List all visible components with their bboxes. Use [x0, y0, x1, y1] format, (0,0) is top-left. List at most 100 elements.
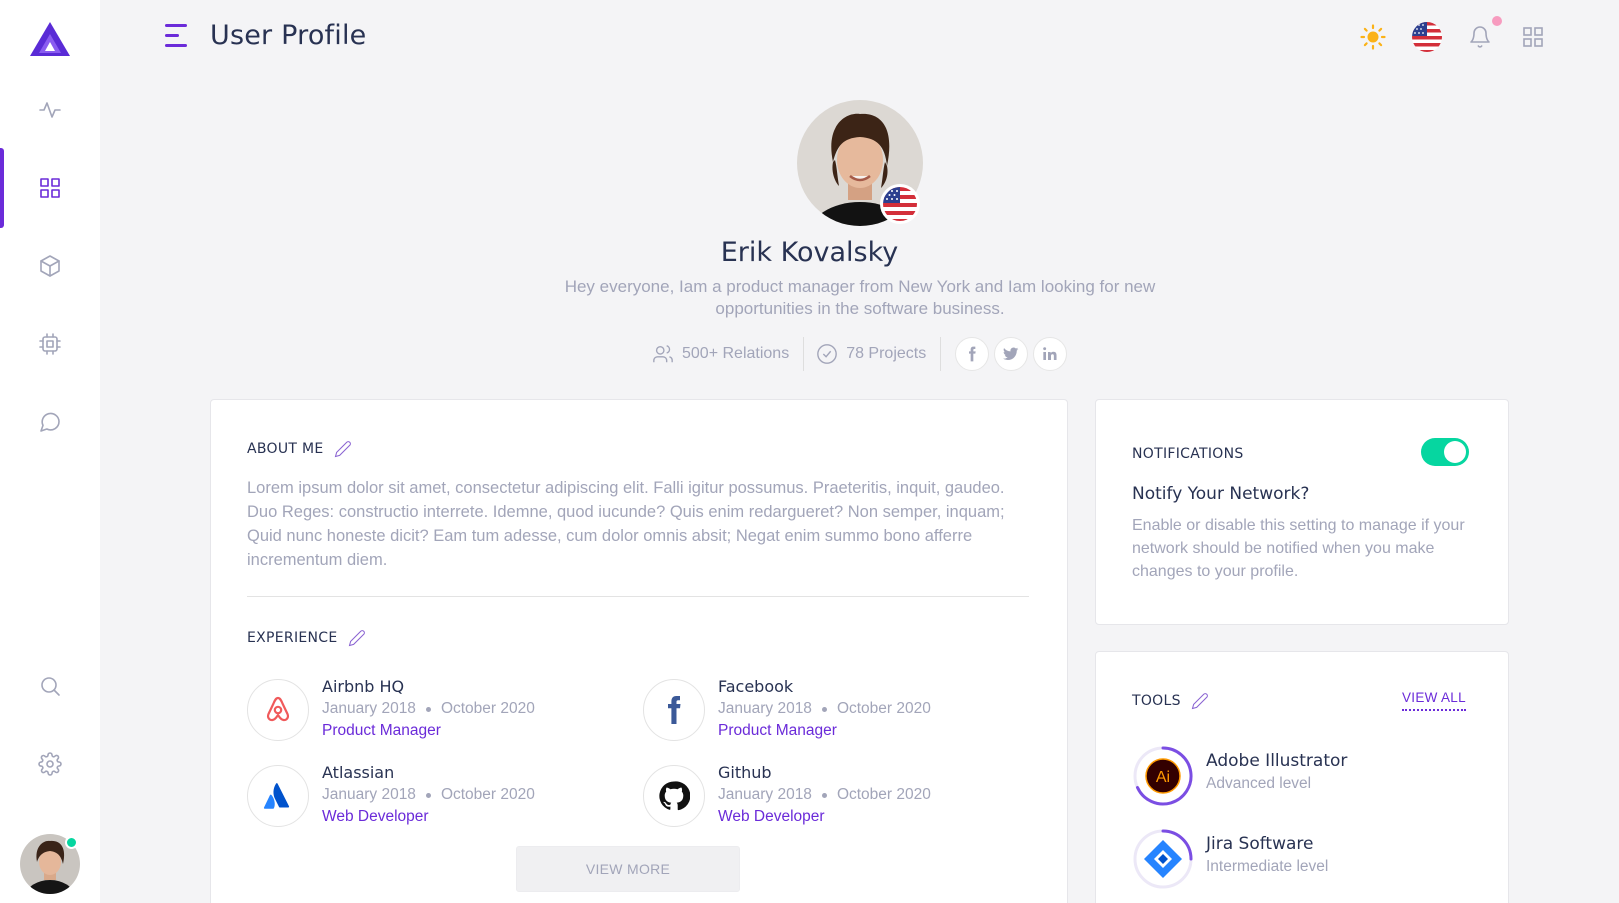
date-separator — [821, 792, 827, 798]
view-more-button[interactable]: VIEW MORE — [516, 846, 740, 892]
svg-text:Ai: Ai — [1156, 769, 1170, 786]
notifications-button[interactable] — [1463, 20, 1497, 54]
experience-item[interactable]: Facebook January 2018 October 2020 Produ… — [643, 675, 1003, 745]
about-card: ABOUT ME Lorem ipsum dolor sit amet, con… — [210, 399, 1068, 903]
employment-dates: January 2018 October 2020 — [322, 786, 535, 804]
end-date: October 2020 — [836, 700, 931, 717]
experience-item[interactable]: Atlassian January 2018 October 2020 Web … — [247, 761, 607, 831]
sidebar — [0, 0, 100, 903]
experience-item[interactable]: Airbnb HQ January 2018 October 2020 Prod… — [247, 675, 607, 745]
about-text: Lorem ipsum dolor sit amet, consectetur … — [247, 479, 1005, 569]
theme-toggle-button[interactable] — [1356, 20, 1390, 54]
country-flag-badge — [880, 184, 920, 224]
employment-dates: January 2018 October 2020 — [718, 786, 931, 804]
notifications-toggle[interactable] — [1421, 438, 1469, 466]
end-date: October 2020 — [440, 700, 535, 717]
tools-card: TOOLS VIEW ALL Ai Adobe Illustrator Adva… — [1095, 651, 1509, 903]
toggle-knob — [1444, 441, 1466, 463]
company-logo — [643, 765, 705, 827]
profile-bio: Hey everyone, Iam a product manager from… — [564, 277, 1156, 318]
tool-item[interactable]: Ai Adobe Illustrator Advanced level — [1132, 745, 1472, 809]
edit-about-icon[interactable] — [334, 440, 352, 458]
facebook-link[interactable] — [955, 337, 990, 371]
job-role: Web Developer — [718, 808, 825, 825]
company-name: Airbnb HQ — [322, 677, 405, 696]
check-circle-icon — [817, 344, 838, 364]
start-date: January 2018 — [322, 786, 416, 803]
experience-heading: EXPERIENCE — [247, 630, 338, 646]
sidebar-item-settings[interactable] — [0, 734, 100, 794]
notifications-card: NOTIFICATIONS Notify Your Network? Enabl… — [1095, 399, 1509, 625]
end-date: October 2020 — [440, 786, 535, 803]
profile-stats: 500+ Relations 78 Projects — [652, 336, 1068, 372]
activity-icon — [39, 102, 61, 118]
bell-icon — [1470, 26, 1490, 48]
notifications-heading: NOTIFICATIONS — [1132, 446, 1244, 462]
app-logo[interactable] — [28, 20, 72, 58]
section-divider — [247, 596, 1029, 597]
company-logo — [247, 765, 309, 827]
sidebar-item-search[interactable] — [0, 656, 100, 716]
github-icon — [659, 781, 690, 811]
page-title: User Profile — [210, 20, 367, 51]
language-selector-button[interactable] — [1410, 20, 1444, 54]
tool-name: Jira Software — [1206, 834, 1314, 854]
end-date: October 2020 — [836, 786, 931, 803]
date-separator — [425, 792, 431, 798]
date-separator — [821, 706, 827, 712]
facebook-icon — [969, 346, 976, 362]
profile-name: Erik Kovalsky — [720, 237, 899, 268]
cpu-icon — [39, 333, 61, 355]
start-date: January 2018 — [322, 700, 416, 717]
company-logo — [643, 679, 705, 741]
tools-title: TOOLS — [1132, 692, 1209, 710]
relations-count: 500+ Relations — [682, 345, 790, 362]
start-date: January 2018 — [718, 786, 812, 803]
tool-name: Adobe Illustrator — [1206, 751, 1348, 771]
search-icon — [41, 677, 60, 696]
edit-experience-icon[interactable] — [348, 629, 366, 647]
notifications-description: Enable or disable this setting to manage… — [1132, 517, 1465, 580]
about-title: ABOUT ME — [247, 440, 352, 458]
job-role: Product Manager — [322, 722, 441, 739]
view-all-tools-link[interactable]: VIEW ALL — [1402, 690, 1466, 711]
message-icon — [40, 412, 60, 432]
grid-icon — [1523, 27, 1543, 47]
job-role: Web Developer — [322, 808, 429, 825]
job-role: Product Manager — [718, 722, 837, 739]
us-flag-icon — [1412, 22, 1442, 52]
users-icon — [653, 345, 673, 363]
about-heading: ABOUT ME — [247, 441, 324, 457]
sidebar-item-hardware[interactable] — [0, 314, 100, 374]
online-status-dot — [65, 836, 78, 849]
edit-tools-icon[interactable] — [1191, 692, 1209, 710]
tool-item[interactable]: Jira Software Intermediate level — [1132, 828, 1472, 892]
sidebar-item-messages[interactable] — [0, 392, 100, 452]
apps-menu-button[interactable] — [1516, 20, 1550, 54]
illustrator-icon: Ai — [1133, 746, 1193, 806]
relations-stat: 500+ Relations — [652, 343, 789, 365]
projects-stat: 78 Projects — [816, 343, 926, 365]
tools-heading: TOOLS — [1132, 693, 1181, 709]
experience-item[interactable]: Github January 2018 October 2020 Web Dev… — [643, 761, 1003, 831]
sun-icon — [1360, 24, 1386, 50]
company-name: Facebook — [718, 677, 794, 696]
us-flag-icon — [883, 187, 917, 221]
start-date: January 2018 — [718, 700, 812, 717]
stats-divider — [803, 337, 805, 371]
notifications-title: NOTIFICATIONS — [1132, 446, 1244, 462]
company-name: Github — [718, 763, 772, 782]
twitter-link[interactable] — [994, 337, 1029, 371]
employment-dates: January 2018 October 2020 — [322, 700, 535, 718]
sidebar-item-dashboard[interactable] — [0, 148, 100, 228]
company-logo — [247, 679, 309, 741]
airbnb-icon — [266, 696, 290, 722]
linkedin-link[interactable] — [1033, 337, 1068, 371]
stats-divider — [940, 337, 942, 371]
tool-level: Intermediate level — [1206, 858, 1329, 875]
jira-icon — [1133, 829, 1193, 889]
projects-count: 78 Projects — [846, 345, 927, 362]
grid-icon — [40, 178, 60, 198]
sidebar-item-activity[interactable] — [0, 80, 100, 140]
menu-toggle-button[interactable] — [165, 24, 193, 48]
